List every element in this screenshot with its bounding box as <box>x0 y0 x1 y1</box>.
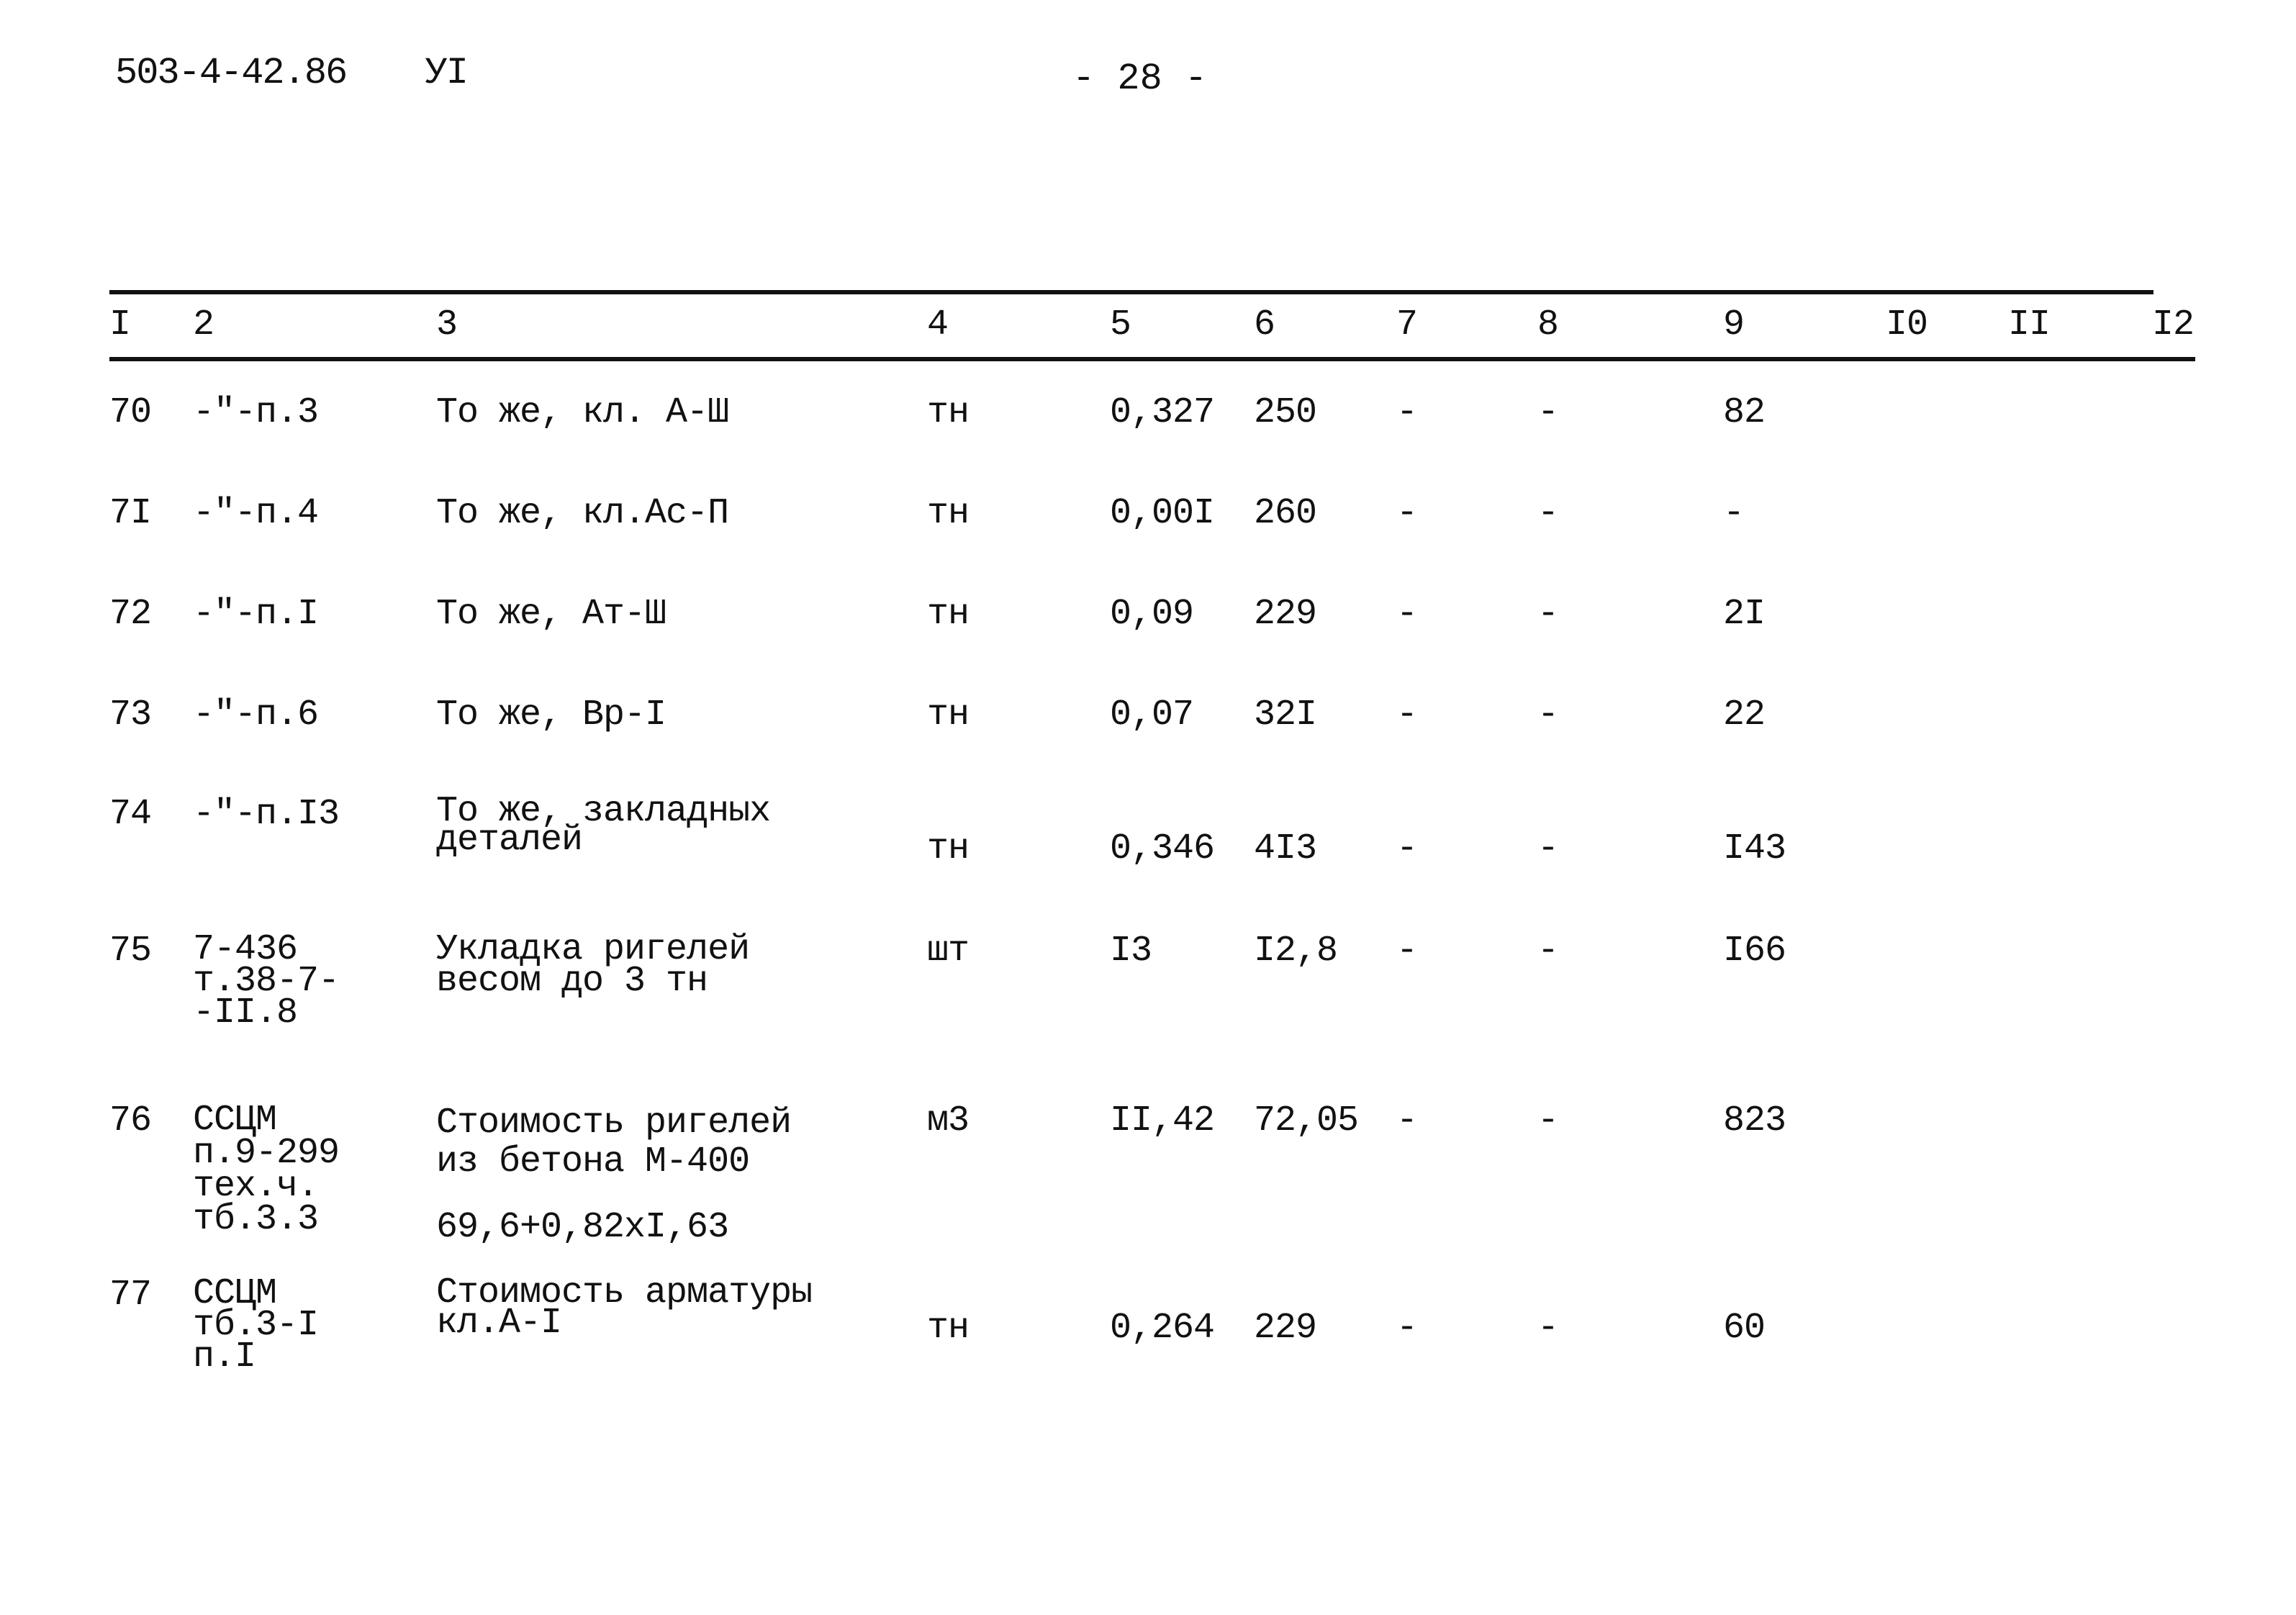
row-number: 76 <box>109 1100 152 1141</box>
row-col9: 823 <box>1723 1100 1786 1141</box>
page-number: - 28 - <box>1072 58 1208 100</box>
row-reference: 7-436 т.38-7- -II.8 <box>193 929 340 1033</box>
row-description: То же, закладных деталей <box>436 791 771 861</box>
row-number: 70 <box>109 392 152 433</box>
row-quantity: 0,346 <box>1110 828 1215 869</box>
column-header: 6 <box>1254 304 1275 345</box>
column-header: 8 <box>1537 304 1559 345</box>
row-col8: - <box>1537 594 1559 635</box>
column-header: 2 <box>193 304 214 345</box>
row-description: То же, кл. А-Ш <box>436 392 729 433</box>
row-price: 260 <box>1254 493 1317 534</box>
row-col8: - <box>1537 1100 1559 1141</box>
row-col7: - <box>1396 931 1418 972</box>
row-price: 4I3 <box>1254 828 1317 869</box>
column-header: I <box>109 304 131 345</box>
row-reference: -"-п.I3 <box>193 794 340 835</box>
row-unit: тн <box>927 392 970 433</box>
row-col9: 82 <box>1723 392 1766 433</box>
row-reference: -"-п.I <box>193 594 319 635</box>
row-col7: - <box>1396 828 1418 869</box>
row-description: То же, Вр-I <box>436 695 666 736</box>
row-unit: тн <box>927 594 970 635</box>
row-quantity: 0,00I <box>1110 493 1215 534</box>
row-formula: 69,6+0,82хI,63 <box>436 1207 729 1248</box>
row-col7: - <box>1396 1308 1418 1349</box>
table-top-rule <box>109 290 2153 294</box>
row-number: 72 <box>109 594 152 635</box>
row-reference: -"-п.3 <box>193 392 319 433</box>
row-col7: - <box>1396 1100 1418 1141</box>
row-col8: - <box>1537 392 1559 433</box>
row-number: 73 <box>109 695 152 736</box>
row-description: Укладка ригелей весом до 3 тн <box>436 929 750 1002</box>
row-col9: 22 <box>1723 695 1766 736</box>
row-price: 32I <box>1254 695 1317 736</box>
document-section: УI <box>425 52 468 94</box>
table-header-rule <box>109 357 2195 361</box>
row-unit: тн <box>927 695 970 736</box>
row-number: 75 <box>109 931 152 972</box>
row-quantity: 0,264 <box>1110 1308 1215 1349</box>
row-unit: тн <box>927 828 970 869</box>
row-unit: м3 <box>927 1100 970 1141</box>
row-quantity: 0,09 <box>1110 594 1194 635</box>
row-col7: - <box>1396 392 1418 433</box>
row-col7: - <box>1396 594 1418 635</box>
row-col8: - <box>1537 695 1559 736</box>
row-reference: -"-п.4 <box>193 493 319 534</box>
column-header: 7 <box>1396 304 1418 345</box>
column-header: 9 <box>1723 304 1745 345</box>
row-col8: - <box>1537 493 1559 534</box>
row-col9: 60 <box>1723 1308 1766 1349</box>
row-reference: ССЦМ п.9-299 тех.ч. тб.3.3 <box>193 1100 340 1240</box>
column-header: 4 <box>927 304 949 345</box>
row-number: 74 <box>109 794 152 835</box>
column-header: 5 <box>1110 304 1131 345</box>
row-description: То же, Ат-Ш <box>436 594 666 635</box>
column-header: II <box>2008 304 2051 345</box>
row-price: 229 <box>1254 1308 1317 1349</box>
row-reference: -"-п.6 <box>193 695 319 736</box>
row-col8: - <box>1537 931 1559 972</box>
column-header: I0 <box>1886 304 1928 345</box>
row-description: То же, кл.Ас-П <box>436 493 729 534</box>
column-header: I2 <box>2152 304 2195 345</box>
row-unit: тн <box>927 493 970 534</box>
row-description: Стоимость арматуры кл.А-I <box>436 1272 813 1344</box>
row-quantity: 0,07 <box>1110 695 1194 736</box>
row-col8: - <box>1537 828 1559 869</box>
column-header: 3 <box>436 304 458 345</box>
row-col9: 2I <box>1723 594 1766 635</box>
row-quantity: 0,327 <box>1110 392 1215 433</box>
row-price: 229 <box>1254 594 1317 635</box>
document-header: 503-4-42.86 УI <box>115 52 469 94</box>
row-price: I2,8 <box>1254 931 1338 972</box>
row-number: 7I <box>109 493 152 534</box>
row-reference: ССЦМ тб.3-I п.I <box>193 1273 319 1378</box>
row-price: 250 <box>1254 392 1317 433</box>
row-quantity: II,42 <box>1110 1100 1215 1141</box>
row-col8: - <box>1537 1308 1559 1349</box>
row-col9: - <box>1723 493 1745 534</box>
row-unit: тн <box>927 1308 970 1349</box>
row-col7: - <box>1396 493 1418 534</box>
row-col9: I43 <box>1723 828 1786 869</box>
row-description: Стоимость ригелей из бетона М-400 <box>436 1103 792 1182</box>
row-col7: - <box>1396 695 1418 736</box>
row-number: 77 <box>109 1275 152 1316</box>
document-series-code: 503-4-42.86 <box>115 52 348 94</box>
row-price: 72,05 <box>1254 1100 1359 1141</box>
row-unit: шт <box>927 931 970 972</box>
row-col9: I66 <box>1723 931 1786 972</box>
row-quantity: I3 <box>1110 931 1152 972</box>
